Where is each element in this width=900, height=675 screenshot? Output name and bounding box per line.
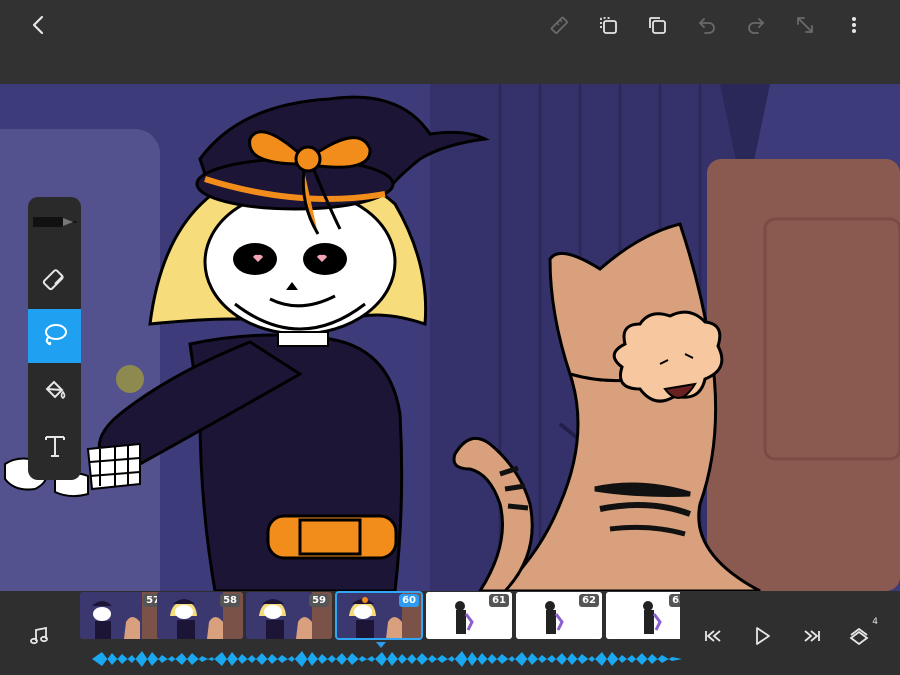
frame-thumbnail[interactable]: 57	[80, 592, 166, 639]
eraser-tool[interactable]	[28, 255, 81, 309]
frame-thumbnail[interactable]: 63	[606, 592, 680, 639]
lasso-icon	[41, 320, 69, 352]
skip-to-end-icon[interactable]	[797, 621, 827, 651]
frame-number: 58	[220, 594, 240, 607]
frame-thumbnail[interactable]: 59	[246, 592, 332, 639]
copy-frame-icon[interactable]	[593, 10, 623, 40]
back-icon[interactable]	[24, 10, 54, 40]
frame-thumbnail[interactable]: 61	[426, 592, 512, 639]
music-icon[interactable]	[24, 621, 54, 651]
frame-number: 61	[489, 594, 509, 607]
redo-icon[interactable]	[741, 10, 771, 40]
pen-tool[interactable]	[28, 197, 81, 251]
tool-palette	[28, 197, 81, 480]
pen-icon	[30, 212, 77, 236]
skip-to-start-icon[interactable]	[698, 621, 728, 651]
undo-icon[interactable]	[692, 10, 722, 40]
frame-number: 60	[399, 594, 419, 607]
frame-strip[interactable]: 57 58 59 60 61 62 63	[80, 591, 680, 641]
timeline-bar: 57 58 59 60 61 62 63	[0, 591, 900, 675]
audio-waveform[interactable]	[92, 647, 682, 671]
text-tool[interactable]	[28, 421, 81, 475]
frame-number: 63	[669, 594, 680, 607]
fill-tool[interactable]	[28, 365, 81, 419]
expand-icon[interactable]	[790, 10, 820, 40]
lasso-tool[interactable]	[28, 309, 81, 363]
canvas-artwork	[0, 84, 900, 591]
more-options-icon[interactable]	[839, 10, 869, 40]
drawing-canvas[interactable]	[0, 84, 900, 591]
frame-thumbnail-selected[interactable]: 60	[335, 591, 423, 640]
top-toolbar	[0, 0, 900, 84]
frame-number: 62	[579, 594, 599, 607]
eraser-icon	[42, 267, 68, 297]
text-icon	[43, 433, 67, 463]
play-icon[interactable]	[747, 621, 777, 651]
frame-thumbnail[interactable]: 58	[157, 592, 243, 639]
ruler-icon[interactable]	[544, 10, 574, 40]
paint-bucket-icon	[42, 377, 68, 407]
frame-thumbnail[interactable]: 62	[516, 592, 602, 639]
frame-number: 59	[309, 594, 329, 607]
onion-skin-icon[interactable]: 4	[846, 617, 878, 651]
duplicate-frame-icon[interactable]	[642, 10, 672, 40]
onion-skin-count: 4	[872, 617, 878, 627]
